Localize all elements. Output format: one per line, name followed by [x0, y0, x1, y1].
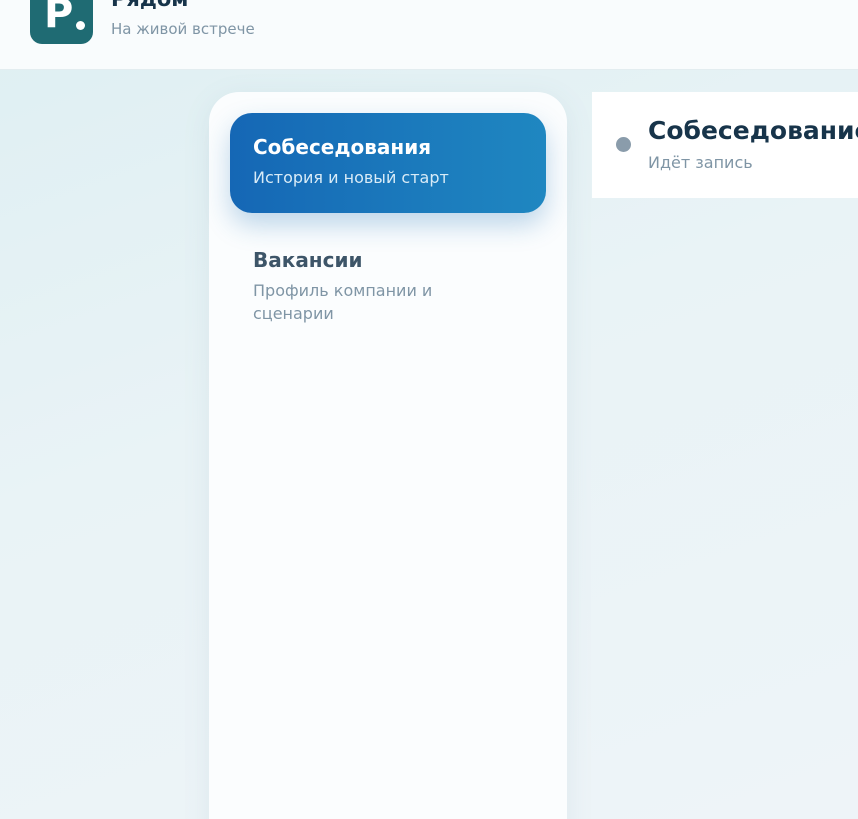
status-dot-icon — [616, 137, 631, 152]
sidebar: Собеседования История и новый старт Вака… — [209, 92, 567, 819]
sidebar-item-vacancies[interactable]: Вакансии Профиль компании и сценарии — [230, 226, 546, 336]
logo-dot — [76, 21, 85, 30]
sidebar-item-title: Собеседования — [253, 135, 432, 159]
session-card[interactable]: Собеседование Идёт запись — [592, 92, 858, 198]
sidebar-item-interviews[interactable]: Собеседования История и новый старт — [230, 113, 546, 213]
session-status: Идёт запись — [648, 153, 753, 172]
brand-subtitle: На живой встрече — [111, 20, 255, 38]
brand-logo-icon[interactable]: P — [30, 0, 93, 44]
sidebar-item-subtitle: Профиль компании и сценарии — [253, 281, 433, 323]
session-title: Собеседование — [648, 116, 858, 145]
app-header: P Рядом На живой встрече — [0, 0, 858, 70]
logo-letter: P — [44, 0, 74, 37]
sidebar-item-title: Вакансии — [253, 248, 363, 272]
sidebar-item-subtitle: История и новый старт — [253, 168, 449, 187]
brand-title: Рядом — [111, 0, 188, 11]
